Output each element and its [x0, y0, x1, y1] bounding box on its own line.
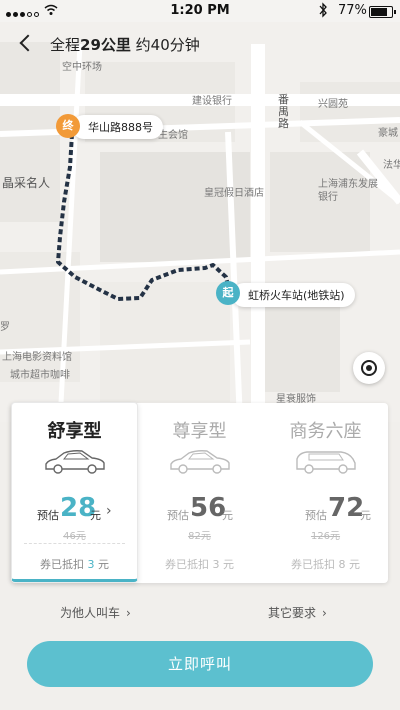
map-label: 上海浦东发展银行: [318, 179, 378, 203]
map-label: 上海电影资料馆: [2, 352, 72, 363]
map-label: 法华: [383, 160, 400, 171]
route-prefix: 全程: [50, 36, 81, 54]
car-option-comfort[interactable]: 舒享型 预估 28 元 › 46元 券已抵扣 3 元: [11, 402, 138, 582]
destination-label[interactable]: 华山路888号: [72, 115, 163, 139]
call-for-others-link[interactable]: 为他人叫车 ›: [60, 604, 131, 621]
map-label: 城市超市咖啡: [10, 370, 70, 381]
route-summary: 全程29公里 约40分钟: [50, 34, 200, 55]
chevron-right-icon: ›: [126, 606, 131, 620]
option-label: 为他人叫车: [60, 606, 121, 620]
car-option-business-six[interactable]: 商务六座 预估 72 元 126元 券已抵扣 8 元: [263, 403, 388, 583]
original-price: 82元: [188, 531, 211, 542]
coupon-unit: 元: [98, 558, 109, 571]
bluetooth-icon: [319, 2, 327, 18]
car-name: 尊享型: [172, 421, 227, 442]
price-value: 72: [328, 493, 365, 523]
battery-icon: [369, 6, 396, 18]
option-label: 其它要求: [268, 606, 317, 620]
pickup-marker-icon[interactable]: 起: [216, 281, 240, 305]
map-label: 豪城: [378, 128, 398, 139]
original-price: 46元: [63, 531, 86, 542]
locate-me-button[interactable]: [353, 352, 385, 384]
map-view[interactable]: 空中环场 建设银行 番禺路 兴圆苑 豪城 法华 生会馆 晶采名人 皇冠假日酒店 …: [0, 22, 400, 422]
price-unit: 元: [360, 509, 371, 522]
coupon-label: 券已抵扣: [40, 558, 84, 571]
coupon-label: 券已抵扣: [291, 558, 335, 571]
divider: [24, 543, 125, 544]
coupon-label: 券已抵扣: [165, 558, 209, 571]
coupon-info: 券已抵扣 8 元: [263, 556, 388, 572]
call-now-button[interactable]: 立即呼叫: [27, 641, 373, 687]
original-price: 126元: [310, 531, 341, 542]
coupon-info: 券已抵扣 3 元: [12, 556, 137, 572]
chevron-right-icon[interactable]: ›: [106, 503, 112, 519]
route-distance: 29公里: [80, 36, 131, 54]
coupon-info: 券已抵扣 3 元: [137, 556, 262, 572]
price-value: 56: [190, 493, 227, 523]
car-name: 舒享型: [47, 421, 102, 442]
price-unit: 元: [222, 509, 233, 522]
coupon-amount: 3: [87, 558, 95, 571]
map-label: 番禺路: [278, 93, 289, 130]
battery-percent: 77%: [338, 3, 367, 18]
car-option-premium[interactable]: 尊享型 预估 56 元 82元 券已抵扣 3 元: [137, 403, 262, 583]
price-unit: 元: [90, 509, 101, 522]
estimate-label: 预估: [305, 509, 327, 522]
coupon-amount: 3: [212, 558, 220, 571]
map-label: 罗: [0, 322, 10, 333]
estimate-label: 预估: [37, 509, 59, 522]
chevron-right-icon: ›: [322, 606, 327, 620]
route-duration: 约40分钟: [135, 36, 200, 54]
other-requests-link[interactable]: 其它要求 ›: [268, 604, 327, 621]
van-icon: [296, 451, 356, 474]
status-bar: 1:20 PM 77%: [0, 0, 400, 22]
car-name: 商务六座: [289, 421, 362, 442]
coupon-amount: 8: [338, 558, 346, 571]
map-label: 兴圆苑: [318, 99, 348, 110]
map-label: 晶采名人: [2, 176, 51, 190]
map-label: 空中环场: [62, 62, 102, 73]
destination-marker-icon[interactable]: 终: [56, 114, 80, 138]
map-label: 皇冠假日酒店: [204, 188, 264, 199]
coupon-unit: 元: [349, 558, 360, 571]
pickup-label[interactable]: 虹桥火车站(地铁站): [232, 283, 355, 307]
sedan-icon: [45, 450, 105, 474]
map-label: 建设银行: [192, 96, 232, 107]
sedan-icon: [170, 450, 230, 474]
coupon-unit: 元: [223, 558, 234, 571]
estimate-label: 预估: [167, 509, 189, 522]
car-type-selector: 舒享型 预估 28 元 › 46元 券已抵扣 3 元 尊享型 预估 56 元 8…: [11, 402, 388, 583]
